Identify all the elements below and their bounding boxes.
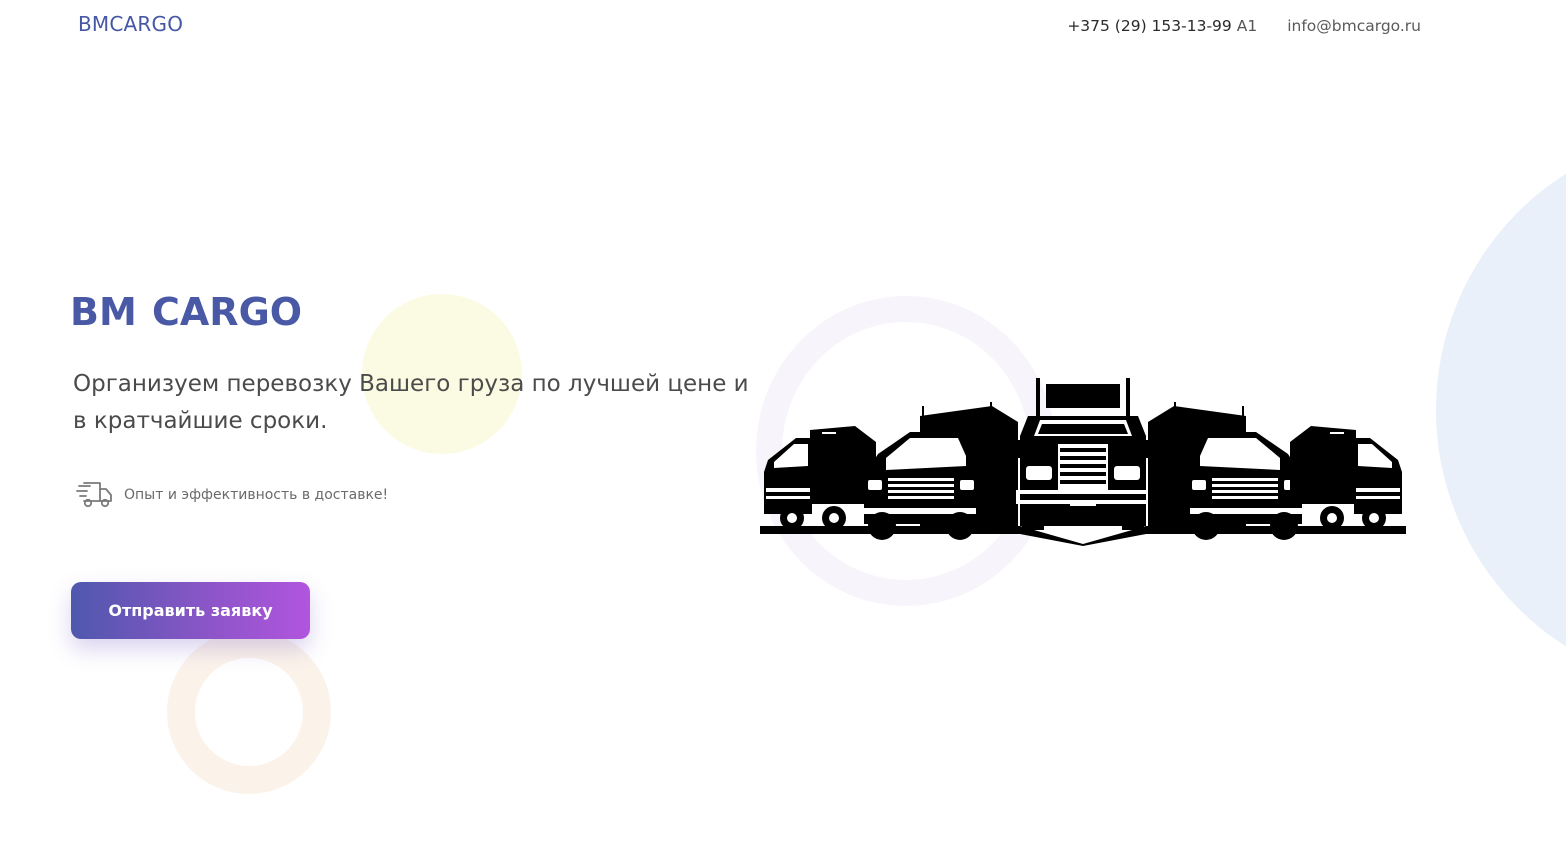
header-contacts: +375 (29) 153-13-99 A1 info@bmcargo.ru <box>1067 17 1421 35</box>
phone-operator: A1 <box>1236 17 1258 35</box>
truck-right-middle <box>1148 402 1302 540</box>
phone-link[interactable]: +375 (29) 153-13-99 A1 <box>1067 17 1257 35</box>
truck-left-middle <box>864 402 1018 540</box>
hero-title: BM CARGO <box>70 290 303 334</box>
truck-far-right <box>1290 426 1402 530</box>
hero-subtitle: Организуем перевозку Вашего груза по луч… <box>73 371 749 434</box>
brand-logo-link[interactable]: BMCARGO <box>78 12 183 36</box>
landing-page: BMCARGO +375 (29) 153-13-99 A1 info@bmca… <box>0 0 1566 864</box>
truck-fleet-illustration <box>760 378 1406 546</box>
phone-number: +375 (29) 153-13-99 <box>1067 17 1232 35</box>
submit-request-button[interactable]: Отправить заявку <box>71 582 310 639</box>
truck-center <box>1014 378 1152 530</box>
email-link[interactable]: info@bmcargo.ru <box>1287 17 1421 35</box>
feature-item: Опыт и эффективность в доставке! <box>76 480 388 510</box>
delivery-truck-icon <box>76 480 114 510</box>
feature-text: Опыт и эффективность в доставке! <box>124 487 389 503</box>
background-ring-peach <box>167 630 331 794</box>
background-circle-blue <box>1436 130 1566 690</box>
truck-far-left <box>764 426 876 530</box>
